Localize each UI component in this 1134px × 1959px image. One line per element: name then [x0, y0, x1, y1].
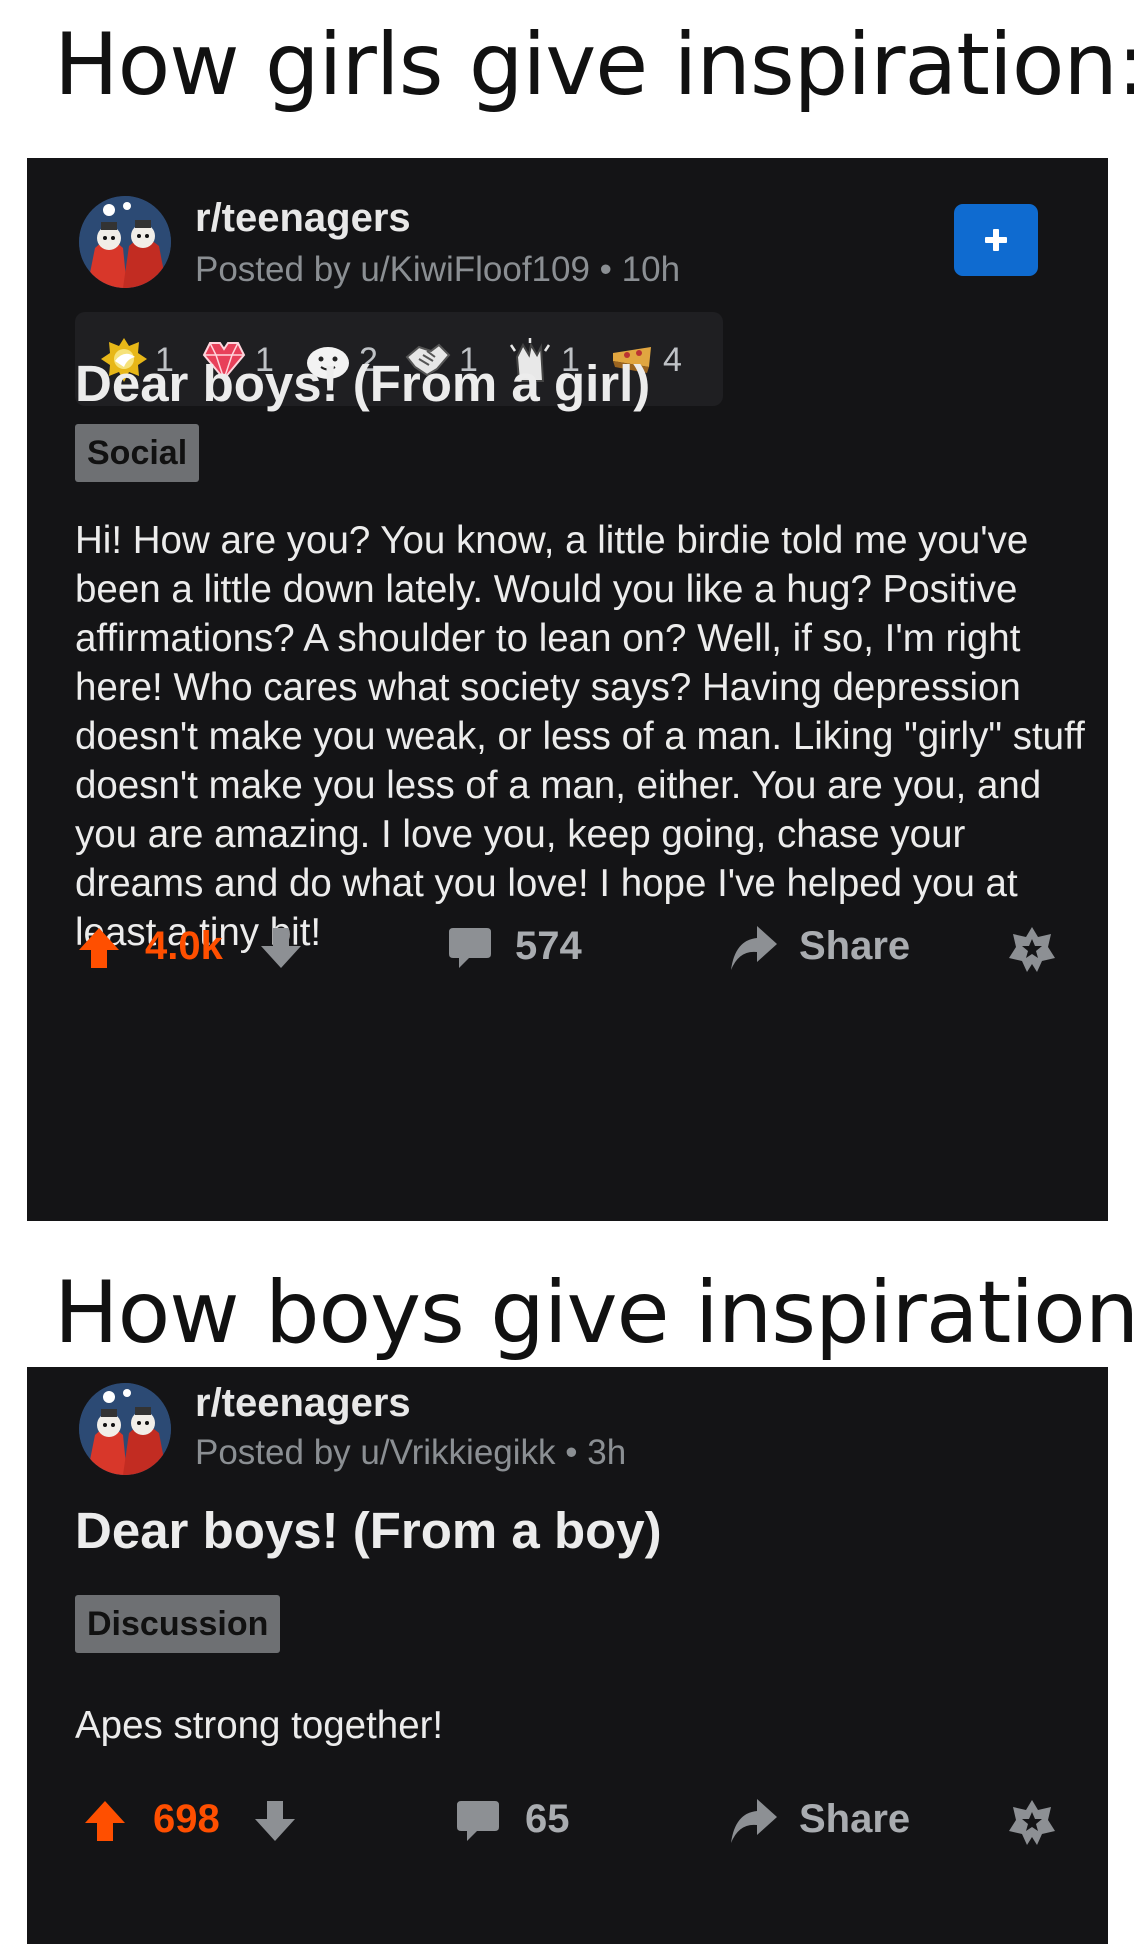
post-meta[interactable]: Posted by u/KiwiFloof109 • 10h: [195, 250, 680, 290]
downvote-arrow-icon[interactable]: [253, 1799, 297, 1843]
upvote-count: 698: [153, 1797, 220, 1841]
comment-icon[interactable]: [455, 1797, 501, 1843]
subreddit-name[interactable]: r/teenagers: [195, 196, 411, 241]
award-star-icon[interactable]: [1007, 924, 1057, 974]
share-label[interactable]: Share: [799, 1797, 910, 1842]
award-star-icon[interactable]: [1007, 1797, 1057, 1847]
caption-boys: How boys give inspiration:: [54, 1263, 1134, 1363]
subreddit-avatar[interactable]: [79, 196, 171, 288]
post-body: Hi! How are you? You know, a little bird…: [75, 519, 1085, 954]
post-title[interactable]: Dear boys! (From a boy): [75, 1501, 662, 1560]
comment-count[interactable]: 574: [515, 924, 582, 969]
downvote-arrow-icon[interactable]: [259, 926, 303, 970]
share-arrow-icon[interactable]: [727, 1795, 779, 1847]
subreddit-avatar[interactable]: [79, 1383, 171, 1475]
upvote-arrow-icon[interactable]: [77, 926, 121, 970]
share-arrow-icon[interactable]: [727, 922, 779, 974]
post-action-bar: 698 65 Share: [27, 1783, 1108, 1863]
post-action-bar: 4.0k 574 Share: [27, 910, 1108, 990]
post-title[interactable]: Dear boys! (From a girl): [75, 354, 650, 413]
post-meta[interactable]: Posted by u/Vrikkiegikk • 3h: [195, 1433, 626, 1473]
upvote-arrow-icon[interactable]: [83, 1799, 127, 1843]
post-body: Apes strong together!: [75, 1704, 444, 1747]
join-button[interactable]: [954, 204, 1038, 276]
comment-count[interactable]: 65: [525, 1797, 570, 1842]
comment-icon[interactable]: [447, 924, 493, 970]
post-flair[interactable]: Discussion: [75, 1595, 281, 1653]
upvote-count: 4.0k: [145, 924, 223, 968]
post-card-girl: r/teenagers Posted by u/KiwiFloof109 • 1…: [27, 158, 1108, 1221]
caption-girls: How girls give inspiration:: [54, 15, 1134, 115]
post-card-boy: r/teenagers Posted by u/Vrikkiegikk • 3h…: [27, 1367, 1108, 1944]
subreddit-name[interactable]: r/teenagers: [195, 1381, 411, 1426]
award-count: 4: [663, 341, 682, 379]
share-label[interactable]: Share: [799, 924, 910, 969]
post-flair[interactable]: Social: [75, 424, 200, 482]
